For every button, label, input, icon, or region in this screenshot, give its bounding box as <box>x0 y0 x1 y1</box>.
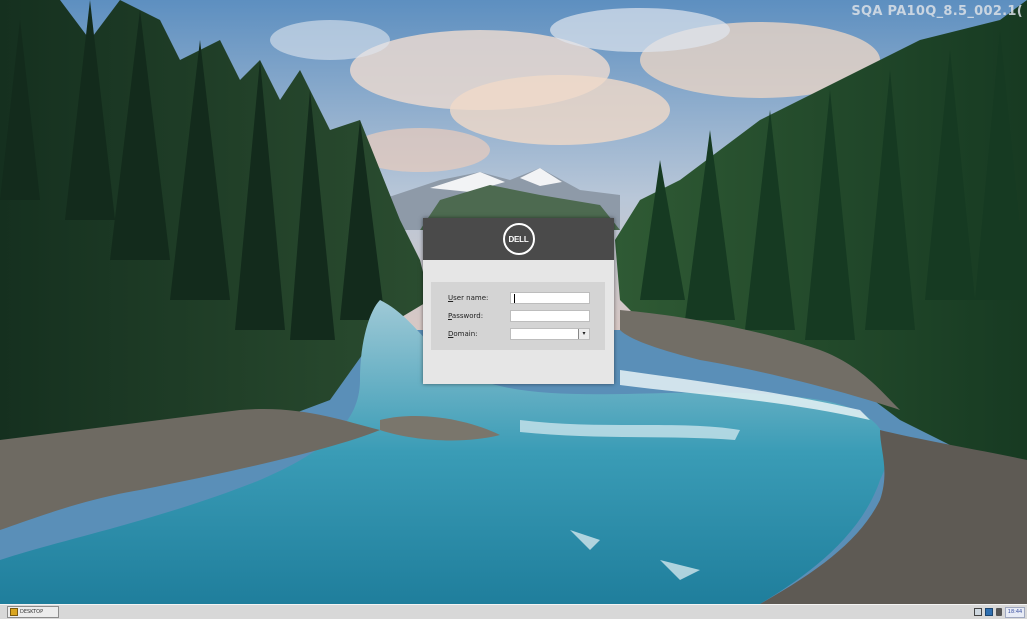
desktop-button-label: DESKTOP <box>20 609 44 615</box>
username-label: User name: <box>448 294 489 302</box>
taskbar: DESKTOP 18:44 <box>0 604 1027 619</box>
password-label: Password: <box>448 312 484 320</box>
version-label: SQA PA10Q_8.5_002.1( <box>851 4 1023 19</box>
volume-icon[interactable] <box>996 608 1002 616</box>
username-row: User name: <box>448 291 590 305</box>
login-dialog: DELL User name: Password: Domain: ▾ <box>423 218 614 384</box>
domain-row: Domain: ▾ <box>448 327 590 341</box>
dell-logo: DELL <box>502 223 535 255</box>
text-caret <box>514 294 515 303</box>
domain-select[interactable]: ▾ <box>510 328 590 340</box>
login-header: DELL <box>423 218 614 260</box>
username-field[interactable] <box>510 292 590 304</box>
system-tray: 18:44 <box>974 606 1025 618</box>
network-icon[interactable] <box>974 608 982 616</box>
chevron-down-icon[interactable]: ▾ <box>578 329 589 339</box>
domain-label: Domain: <box>448 330 478 338</box>
desktop-screen: SQA PA10Q_8.5_002.1( DELL User name: Pas… <box>0 0 1027 619</box>
password-row: Password: <box>448 309 590 323</box>
desktop-start-button[interactable]: DESKTOP <box>7 606 59 618</box>
desktop-icon <box>10 608 18 616</box>
display-icon[interactable] <box>985 608 993 616</box>
password-field[interactable] <box>510 310 590 322</box>
login-form: User name: Password: Domain: ▾ <box>431 282 605 350</box>
clock[interactable]: 18:44 <box>1005 606 1025 618</box>
